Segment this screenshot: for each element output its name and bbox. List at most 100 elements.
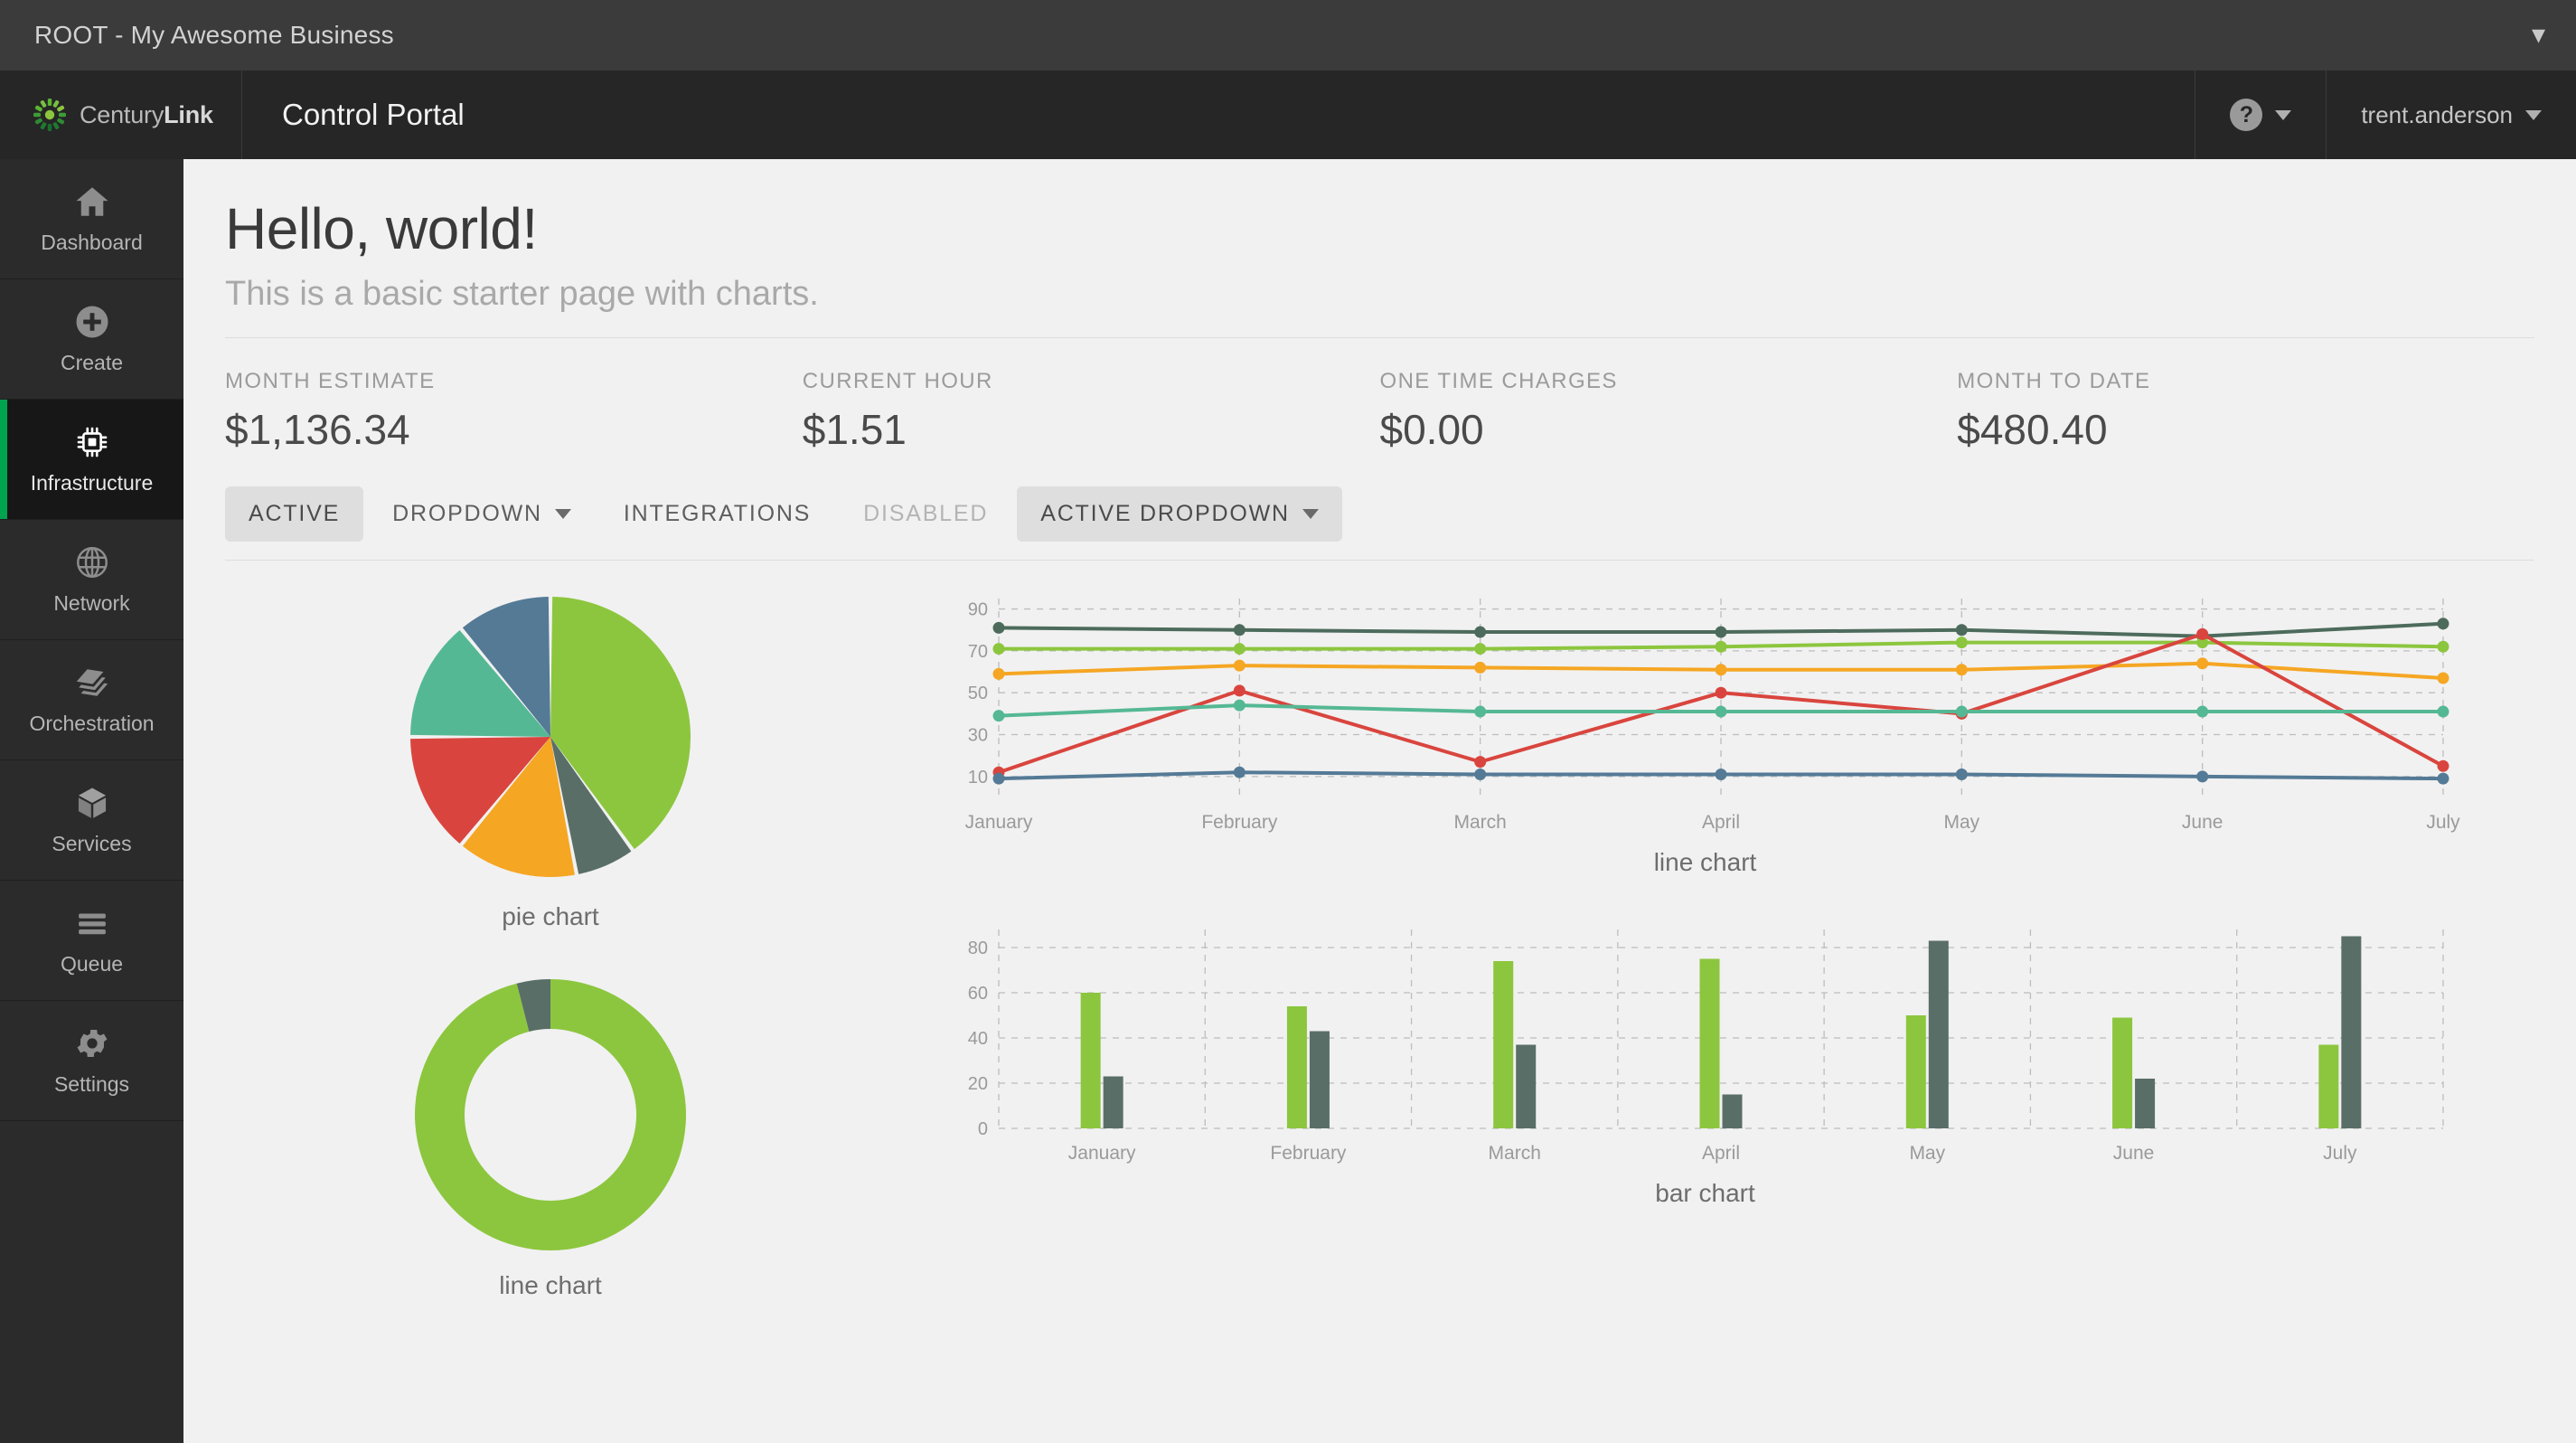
- data-point: [1233, 659, 1246, 672]
- bar-chart[interactable]: 0 20 40 60 80 January February March April May Jun…: [955, 919, 2456, 1172]
- stats-row: MONTH ESTIMATE $1,136.34 CURRENT HOUR $1…: [225, 338, 2534, 486]
- bar: [1492, 961, 1513, 1128]
- account-title: ROOT - My Awesome Business: [34, 21, 394, 49]
- line-chart[interactable]: 10 30 50 70 90 January February March April May Ju…: [955, 588, 2460, 841]
- line-chart-caption: line chart: [1653, 848, 1757, 876]
- bar: [1103, 1076, 1123, 1128]
- brand-logo[interactable]: CenturyLink: [0, 71, 242, 159]
- stat-current-hour: CURRENT HOUR $1.51: [803, 369, 1380, 454]
- brand-prefix: Century: [80, 100, 165, 128]
- svg-text:March: March: [1488, 1143, 1540, 1164]
- bar: [1722, 1094, 1742, 1128]
- svg-text:0: 0: [977, 1119, 987, 1139]
- main-content: Hello, world! This is a basic starter pa…: [183, 159, 2576, 1443]
- plus-circle-icon: [73, 303, 111, 341]
- brand-suffix: Link: [164, 100, 213, 128]
- data-point: [2437, 640, 2449, 653]
- tab-disabled: DISABLED: [840, 486, 1011, 542]
- tab-label: ACTIVE DROPDOWN: [1040, 501, 1290, 526]
- sidebar-item-network[interactable]: Network: [0, 520, 183, 640]
- data-point: [2195, 770, 2208, 783]
- data-point: [992, 667, 1004, 680]
- sidebar-item-label: Queue: [60, 952, 124, 976]
- pie-chart[interactable]: [401, 588, 700, 886]
- data-point: [2195, 627, 2208, 640]
- bar-chart-caption: bar chart: [1655, 1179, 1755, 1207]
- bar: [1515, 1044, 1536, 1128]
- page-title: Hello, world!: [225, 196, 538, 261]
- sidebar-item-label: Network: [53, 591, 130, 615]
- data-point: [1233, 699, 1246, 712]
- data-point: [2195, 657, 2208, 670]
- bar-chart-block: 0 20 40 60 80 January February March April May Jun…: [876, 919, 2534, 1208]
- stat-month-estimate: MONTH ESTIMATE $1,136.34: [225, 369, 803, 454]
- svg-text:February: February: [1270, 1143, 1347, 1164]
- sidebar-item-queue[interactable]: Queue: [0, 881, 183, 1001]
- data-point: [1715, 686, 1726, 699]
- data-point: [1233, 766, 1246, 778]
- help-menu[interactable]: ?: [2195, 71, 2326, 159]
- brand-wordmark: CenturyLink: [80, 101, 213, 129]
- stat-month-to-date: MONTH TO DATE $480.40: [1957, 369, 2534, 454]
- chevron-down-icon: [2275, 109, 2292, 120]
- sidebar-item-infrastructure[interactable]: Infrastructure: [0, 400, 183, 520]
- home-icon: [73, 183, 111, 221]
- app-header: CenturyLink Control Portal ? trent.ander…: [0, 71, 2576, 159]
- data-point: [992, 643, 1004, 655]
- tab-active-dropdown[interactable]: ACTIVE DROPDOWN: [1017, 486, 1342, 542]
- list-icon: [73, 904, 111, 942]
- svg-text:90: 90: [967, 600, 987, 620]
- data-point: [1955, 769, 1968, 781]
- chevron-down-icon: [1302, 509, 1319, 519]
- sidebar-item-settings[interactable]: Settings: [0, 1001, 183, 1121]
- svg-text:10: 10: [967, 768, 987, 788]
- bar: [2111, 1017, 2132, 1128]
- data-point: [1715, 664, 1726, 676]
- data-point: [1955, 637, 1968, 649]
- data-point: [1955, 624, 1968, 637]
- tab-dropdown[interactable]: DROPDOWN: [369, 486, 595, 542]
- sidebar-item-label: Settings: [53, 1072, 130, 1096]
- gear-icon: [73, 1024, 111, 1062]
- data-point: [992, 621, 1004, 634]
- svg-text:May: May: [1943, 812, 1979, 833]
- stat-label: MONTH TO DATE: [1957, 369, 2151, 393]
- svg-text:February: February: [1201, 812, 1278, 833]
- cpu-chip-icon: [73, 423, 111, 461]
- tab-label: ACTIVE: [249, 501, 341, 526]
- bar: [2340, 936, 2361, 1128]
- data-point: [1715, 626, 1726, 638]
- charts-column-right: 10 30 50 70 90 January February March April May Ju…: [876, 588, 2534, 1300]
- tab-active[interactable]: ACTIVE: [225, 486, 364, 542]
- svg-text:June: June: [2112, 1143, 2154, 1164]
- stat-label: CURRENT HOUR: [802, 369, 993, 393]
- sidebar-item-label: Orchestration: [29, 712, 155, 735]
- svg-text:March: March: [1453, 812, 1506, 833]
- sidebar-item-services[interactable]: Services: [0, 760, 183, 881]
- sidebar-item-create[interactable]: Create: [0, 279, 183, 400]
- svg-text:January: January: [1067, 1143, 1135, 1164]
- data-point: [1233, 624, 1246, 637]
- svg-text:May: May: [1909, 1143, 1945, 1164]
- bar: [1309, 1031, 1330, 1128]
- data-point: [1955, 705, 1968, 718]
- sidebar-item-label: Services: [52, 832, 132, 855]
- sidebar-item-label: Create: [60, 351, 124, 374]
- data-point: [2437, 672, 2449, 684]
- bar: [1286, 1006, 1307, 1128]
- sidebar-item-dashboard[interactable]: Dashboard: [0, 159, 183, 279]
- donut-chart[interactable]: [410, 975, 691, 1255]
- chevron-down-icon[interactable]: ▾: [2532, 22, 2545, 49]
- data-point: [2437, 759, 2449, 772]
- chevron-down-icon: [554, 509, 571, 519]
- stat-value: $1.51: [802, 406, 907, 453]
- globe-icon: [73, 543, 111, 581]
- sidebar-item-orchestration[interactable]: Orchestration: [0, 640, 183, 760]
- tab-integrations[interactable]: INTEGRATIONS: [600, 486, 834, 542]
- svg-text:January: January: [964, 812, 1032, 833]
- data-point: [1715, 640, 1726, 653]
- bar: [1928, 940, 1949, 1128]
- user-menu[interactable]: trent.anderson: [2326, 71, 2576, 159]
- tabs-section: ACTIVE DROPDOWN INTEGRATIONS DISABLED AC…: [225, 486, 2534, 561]
- svg-text:50: 50: [967, 684, 987, 703]
